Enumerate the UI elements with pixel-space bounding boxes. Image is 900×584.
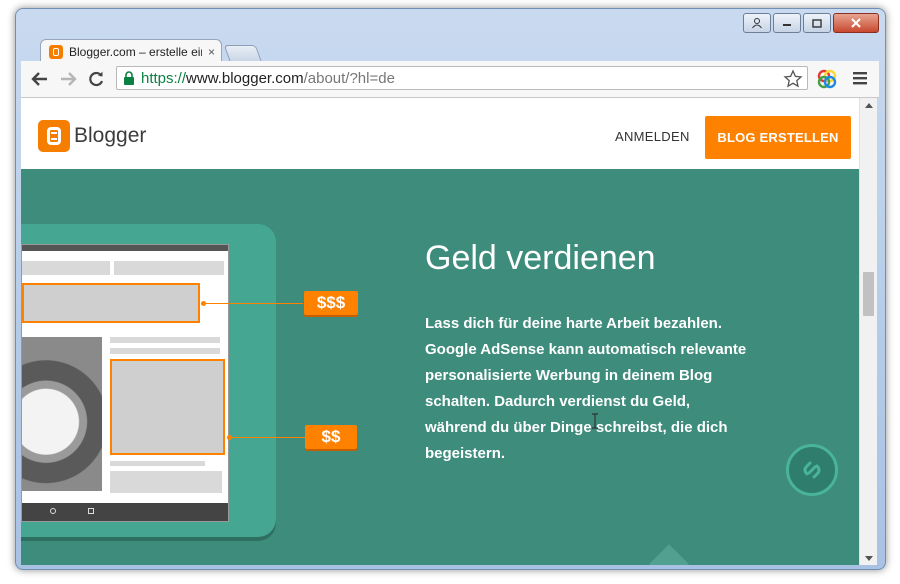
- address-bar[interactable]: https://www.blogger.com/about/?hl=de: [116, 66, 808, 90]
- browser-window: Blogger.com – erstelle ein × https://www…: [15, 8, 886, 570]
- site-header: Blogger ANMELDEN BLOG ERSTELLEN: [21, 98, 859, 169]
- nav-bar: [22, 503, 228, 521]
- reload-button[interactable]: [86, 69, 106, 89]
- adsense-circle-icon[interactable]: [786, 444, 838, 496]
- connector-line: [227, 435, 305, 440]
- scroll-down-icon[interactable]: [860, 551, 877, 565]
- hero-title: Geld verdienen: [425, 239, 656, 277]
- text-line: [110, 348, 220, 354]
- price-tag-large: $$$: [304, 291, 358, 315]
- blogger-logo-icon: [38, 120, 70, 152]
- text-line: [110, 461, 205, 466]
- ad-slot-medium: [110, 359, 225, 455]
- lock-icon: [124, 70, 134, 85]
- scroll-up-icon[interactable]: [860, 98, 877, 112]
- section-notch: [649, 544, 689, 565]
- screen-block: [22, 261, 110, 275]
- forward-button[interactable]: [58, 69, 78, 89]
- scroll-thumb[interactable]: [863, 272, 874, 316]
- browser-toolbar: https://www.blogger.com/about/?hl=de: [21, 61, 879, 98]
- browser-menu-icon[interactable]: [853, 71, 867, 85]
- extension-icon[interactable]: [817, 69, 837, 89]
- minimize-button[interactable]: [773, 13, 801, 33]
- url-host: www.blogger.com: [186, 69, 304, 87]
- hero-section: $$$ $$ Geld verdienen Lass dich für dein…: [21, 169, 859, 565]
- price-tag-small: $$: [305, 425, 357, 449]
- close-window-button[interactable]: [833, 13, 879, 33]
- tab-close-icon[interactable]: ×: [208, 45, 215, 59]
- user-icon[interactable]: [743, 13, 771, 33]
- back-button[interactable]: [30, 69, 50, 89]
- blogger-favicon-icon: [49, 44, 63, 59]
- back-arrow-icon: [31, 72, 47, 86]
- maximize-button[interactable]: [803, 13, 831, 33]
- ad-slot-large: [22, 283, 200, 323]
- connector-line: [201, 301, 303, 306]
- signin-link[interactable]: ANMELDEN: [615, 129, 690, 144]
- food-photo-image: [22, 337, 102, 491]
- bookmark-star-icon[interactable]: [783, 69, 803, 89]
- text-line: [110, 337, 220, 343]
- screen-block: [114, 261, 224, 275]
- url-path: /about/?hl=de: [303, 69, 395, 87]
- tab-blogger[interactable]: Blogger.com – erstelle ein ×: [40, 39, 222, 63]
- tablet-illustration: [21, 224, 276, 537]
- create-blog-button[interactable]: BLOG ERSTELLEN: [705, 116, 851, 159]
- tab-title: Blogger.com – erstelle ein: [69, 44, 202, 59]
- forward-arrow-icon: [61, 72, 77, 86]
- reload-icon: [89, 71, 104, 87]
- text-cursor-icon: [592, 413, 598, 429]
- blogger-logo[interactable]: Blogger: [38, 120, 146, 152]
- home-nav-icon: [50, 508, 56, 514]
- url-scheme: https://: [141, 69, 187, 87]
- hero-description: Lass dich für deine harte Arbeit bezahle…: [425, 315, 747, 462]
- screen-block: [110, 471, 222, 493]
- status-bar: [22, 245, 228, 251]
- tablet-screen: [21, 244, 229, 522]
- logo-text: Blogger: [74, 124, 147, 147]
- window-controls: [743, 13, 879, 33]
- page-viewport: Blogger ANMELDEN BLOG ERSTELLEN $$$ $$ G…: [21, 98, 859, 565]
- recents-nav-icon: [88, 508, 94, 514]
- vertical-scrollbar[interactable]: [859, 98, 877, 565]
